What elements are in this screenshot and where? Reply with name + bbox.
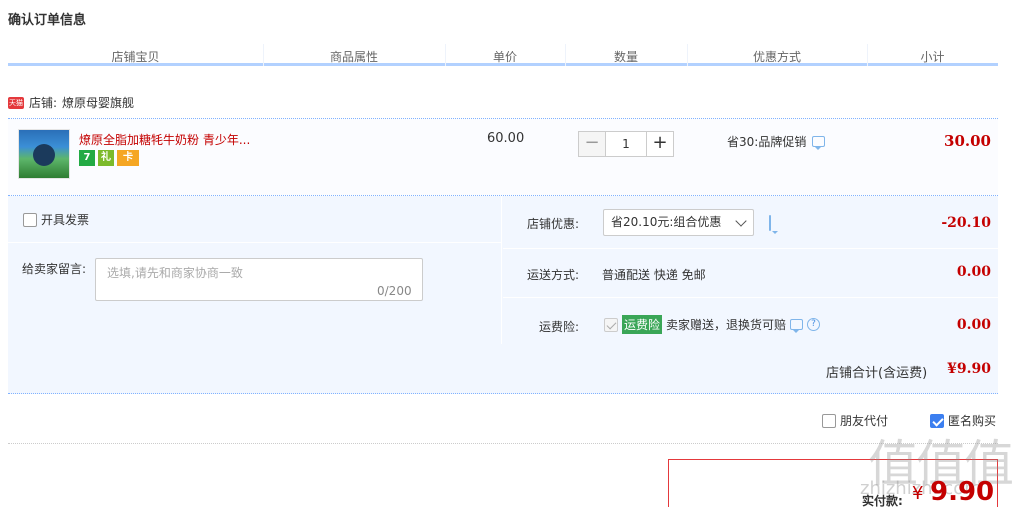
product-title-link[interactable]: 燎原全脂加糖牦牛奶粉 青少年... bbox=[79, 131, 259, 148]
item-promo: 省30:品牌促销 bbox=[727, 133, 826, 150]
payment-label: 实付款: bbox=[862, 494, 903, 507]
help-icon[interactable]: ? bbox=[807, 318, 821, 331]
column-header-price: 单价 bbox=[492, 50, 517, 64]
column-header-quantity: 数量 bbox=[613, 50, 638, 64]
shop-discount-label: 店铺优惠: bbox=[526, 217, 579, 231]
column-header-attributes: 商品属性 bbox=[329, 50, 378, 64]
message-placeholder: 选填,请先和商家协商一致 bbox=[107, 266, 243, 280]
decrease-button[interactable]: − bbox=[578, 131, 606, 157]
shop-name-link[interactable]: 燎原母婴旗舰 bbox=[62, 94, 134, 111]
message-char-count: 0/200 bbox=[377, 284, 412, 298]
chevron-down-icon bbox=[735, 215, 747, 227]
column-header-discount: 优惠方式 bbox=[752, 50, 801, 64]
insurance-label: 运费险: bbox=[538, 320, 579, 334]
item-subtotal: 30.00 bbox=[944, 132, 991, 150]
gift-icon[interactable]: 礼 bbox=[98, 150, 114, 166]
column-header-item: 店铺宝贝 bbox=[111, 50, 160, 64]
divider bbox=[503, 248, 998, 249]
insurance-text: 卖家赠送，退换货可赔 bbox=[666, 318, 787, 332]
shipping-label: 运送方式: bbox=[526, 268, 579, 282]
invoice-checkbox[interactable] bbox=[23, 212, 37, 227]
shop-line: 天猫 店铺: 燎原母婴旗舰 bbox=[8, 94, 134, 111]
seven-day-return-icon[interactable]: 7 bbox=[79, 150, 95, 166]
divider bbox=[8, 242, 502, 243]
invoice-label: 开具发票 bbox=[41, 213, 90, 227]
invoice-option[interactable]: 开具发票 bbox=[23, 211, 89, 228]
service-badges: 7 礼 卡 bbox=[79, 150, 139, 166]
shop-total-value: ¥9.90 bbox=[947, 361, 991, 377]
promo-label: 省30:品牌促销 bbox=[727, 135, 807, 149]
page-title: 确认订单信息 bbox=[8, 13, 87, 28]
shop-discount-amount: -20.10 bbox=[941, 215, 991, 231]
product-image-mark bbox=[33, 144, 55, 166]
divider bbox=[503, 297, 998, 298]
tmall-icon: 天猫 bbox=[8, 96, 24, 109]
increase-button[interactable]: + bbox=[646, 131, 674, 157]
shop-discount-select[interactable]: 省20.10元:组合优惠 bbox=[603, 209, 754, 236]
product-thumbnail[interactable] bbox=[18, 129, 70, 179]
insurance-amount: 0.00 bbox=[956, 317, 991, 333]
chat-icon[interactable] bbox=[812, 136, 826, 150]
chat-icon[interactable] bbox=[769, 215, 771, 231]
chat-icon[interactable] bbox=[790, 319, 804, 333]
insurance-row: 运费险 卖家赠送，退换货可赔 ? bbox=[604, 315, 821, 334]
table-header: 店铺宝贝 商品属性 单价 数量 优惠方式 小计 bbox=[8, 44, 998, 66]
shop-discount-selected: 省20.10元:组合优惠 bbox=[611, 215, 722, 229]
shop-prefix: 店铺: bbox=[29, 96, 58, 110]
quantity-input[interactable]: 1 bbox=[606, 131, 646, 157]
shop-total-label: 店铺合计(含运费) bbox=[826, 366, 928, 381]
payment-currency: ¥ bbox=[912, 483, 924, 504]
friend-pay-checkbox[interactable] bbox=[822, 413, 836, 428]
shipping-amount: 0.00 bbox=[956, 264, 991, 280]
payment-amount: 9.90 bbox=[930, 477, 995, 507]
quantity-stepper: − 1 + bbox=[578, 131, 674, 157]
message-label: 给卖家留言: bbox=[22, 262, 87, 276]
insurance-checkbox bbox=[604, 317, 618, 332]
insurance-badge: 运费险 bbox=[622, 315, 663, 334]
column-header-subtotal: 小计 bbox=[920, 50, 945, 64]
divider bbox=[8, 443, 998, 444]
credit-card-icon[interactable]: 卡 bbox=[117, 150, 139, 166]
unit-price: 60.00 bbox=[487, 131, 525, 146]
shipping-method: 普通配送 快递 免邮 bbox=[602, 268, 706, 282]
